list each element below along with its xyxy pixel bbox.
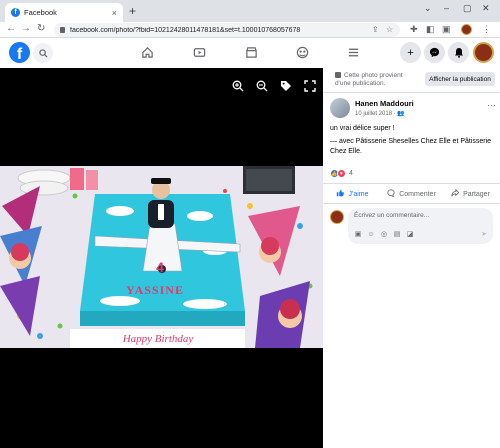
marketplace-icon[interactable] bbox=[243, 44, 259, 60]
back-button[interactable]: ← bbox=[6, 23, 16, 34]
download-icon[interactable]: ▣ bbox=[442, 24, 451, 35]
sticker-icon[interactable]: ◪ bbox=[406, 230, 414, 238]
post-actions: J'aime Commenter Partager bbox=[323, 185, 500, 203]
commenter-avatar[interactable] bbox=[330, 210, 344, 224]
zoom-in-icon[interactable] bbox=[230, 78, 246, 94]
menu-icon[interactable] bbox=[345, 44, 361, 60]
share-arrow-icon bbox=[451, 188, 460, 199]
birthday-cake-photo: 4 YASSINE Happy Birthday bbox=[0, 166, 323, 348]
cake-greeting: Happy Birthday bbox=[122, 333, 194, 345]
reaction-count: 4 bbox=[349, 170, 353, 177]
messenger-icon[interactable] bbox=[424, 42, 445, 63]
info-icon bbox=[335, 72, 341, 79]
lock-icon bbox=[60, 27, 65, 33]
comment-button[interactable]: Commenter bbox=[382, 185, 441, 203]
post-text-line2: — avec Pâtisserie Sheselles Chez Elle et… bbox=[330, 138, 492, 156]
comment-tools: ▣ ☺ ◎ ▤ ◪ bbox=[354, 230, 414, 239]
new-tab-button[interactable]: + bbox=[129, 4, 136, 18]
share-button[interactable]: Partager bbox=[441, 185, 500, 203]
url-text: facebook.com/photo/?fbid=102124280114781… bbox=[70, 26, 301, 34]
divider bbox=[323, 203, 500, 204]
facebook-logo[interactable]: f bbox=[9, 42, 30, 63]
forward-button[interactable]: → bbox=[21, 23, 31, 34]
maximize-button[interactable]: ▢ bbox=[463, 3, 472, 14]
tab-search-icon[interactable]: ⌄ bbox=[424, 3, 432, 14]
browser-address-bar: ← → ↻ facebook.com/photo/?fbid=102124280… bbox=[0, 22, 500, 38]
love-reaction-icon: ♥ bbox=[337, 169, 346, 178]
profile-icon[interactable] bbox=[461, 24, 472, 35]
divider bbox=[323, 183, 500, 184]
avatar-sticker-icon[interactable]: ▣ bbox=[354, 230, 362, 238]
comment-input[interactable]: Écrivez un commentaire... ▣ ☺ ◎ ▤ ◪ ➤ bbox=[348, 208, 493, 244]
reload-button[interactable]: ↻ bbox=[37, 23, 45, 34]
notice-text: Cette photo provient d'une publication. bbox=[335, 72, 403, 88]
post-text-line1: un vrai délice super ! bbox=[330, 125, 395, 132]
browser-tab-facebook[interactable]: f Facebook × bbox=[5, 3, 123, 22]
reaction-summary[interactable]: 👍 ♥ 4 bbox=[330, 169, 353, 178]
account-avatar[interactable] bbox=[473, 42, 494, 63]
facebook-favicon: f bbox=[11, 8, 20, 17]
view-post-button[interactable]: Afficher la publication bbox=[425, 72, 495, 86]
gif-icon[interactable]: ▤ bbox=[393, 230, 401, 238]
author-avatar[interactable] bbox=[330, 98, 350, 118]
facebook-header: f + bbox=[0, 38, 500, 68]
post-body: un vrai délice super ! — avec Pâtisserie… bbox=[330, 124, 495, 157]
post-sidebar: Cette photo provient d'une publication. … bbox=[323, 68, 500, 448]
more-options-icon[interactable]: ··· bbox=[487, 100, 496, 110]
tab-close-icon[interactable]: × bbox=[112, 8, 117, 18]
cake-number: 4 bbox=[156, 259, 164, 275]
home-icon[interactable] bbox=[139, 44, 155, 60]
cake-name: YASSINE bbox=[126, 283, 184, 297]
photo-source-notice: Cette photo provient d'une publication. bbox=[335, 72, 415, 88]
create-icon[interactable]: + bbox=[400, 42, 421, 63]
watch-icon[interactable] bbox=[191, 44, 207, 60]
thumbs-up-icon bbox=[336, 189, 345, 199]
send-icon[interactable]: ➤ bbox=[481, 230, 487, 238]
star-icon[interactable]: ☆ bbox=[386, 25, 393, 34]
author-name[interactable]: Hanen Maddouri bbox=[355, 99, 414, 108]
post-date[interactable]: 10 juillet 2018 · 👥 bbox=[355, 110, 405, 117]
zoom-out-icon[interactable] bbox=[254, 78, 270, 94]
url-field[interactable]: facebook.com/photo/?fbid=102124280114781… bbox=[54, 23, 400, 37]
close-window-button[interactable]: ✕ bbox=[482, 3, 490, 14]
fullscreen-icon[interactable] bbox=[302, 78, 318, 94]
share-icon[interactable]: ⇪ bbox=[372, 25, 379, 34]
divider bbox=[323, 92, 500, 93]
like-button[interactable]: J'aime bbox=[323, 185, 382, 203]
extensions-icon[interactable]: ✚ bbox=[410, 24, 418, 35]
post-date-text: 10 juillet 2018 · bbox=[355, 111, 398, 117]
search-icon[interactable] bbox=[33, 43, 53, 63]
sidepanel-icon[interactable]: ◧ bbox=[426, 24, 435, 35]
photo-viewer: 4 YASSINE Happy Birthday bbox=[0, 68, 323, 448]
tab-title: Facebook bbox=[24, 8, 57, 17]
browser-tab-strip: f Facebook × + ⌄ – ▢ ✕ bbox=[0, 0, 500, 22]
tag-icon[interactable] bbox=[278, 78, 294, 94]
notifications-icon[interactable] bbox=[448, 42, 469, 63]
audience-friends-icon: 👥 bbox=[397, 111, 405, 117]
menu-icon[interactable]: ⋮ bbox=[482, 24, 491, 35]
comment-icon bbox=[387, 189, 395, 199]
comment-placeholder: Écrivez un commentaire... bbox=[354, 212, 430, 219]
share-label: Partager bbox=[463, 190, 490, 198]
minimize-button[interactable]: – bbox=[444, 3, 449, 13]
groups-icon[interactable] bbox=[294, 44, 310, 60]
comment-label: Commenter bbox=[399, 190, 436, 198]
emoji-icon[interactable]: ☺ bbox=[367, 230, 375, 238]
like-label: J'aime bbox=[348, 190, 369, 198]
camera-icon[interactable]: ◎ bbox=[380, 230, 388, 238]
